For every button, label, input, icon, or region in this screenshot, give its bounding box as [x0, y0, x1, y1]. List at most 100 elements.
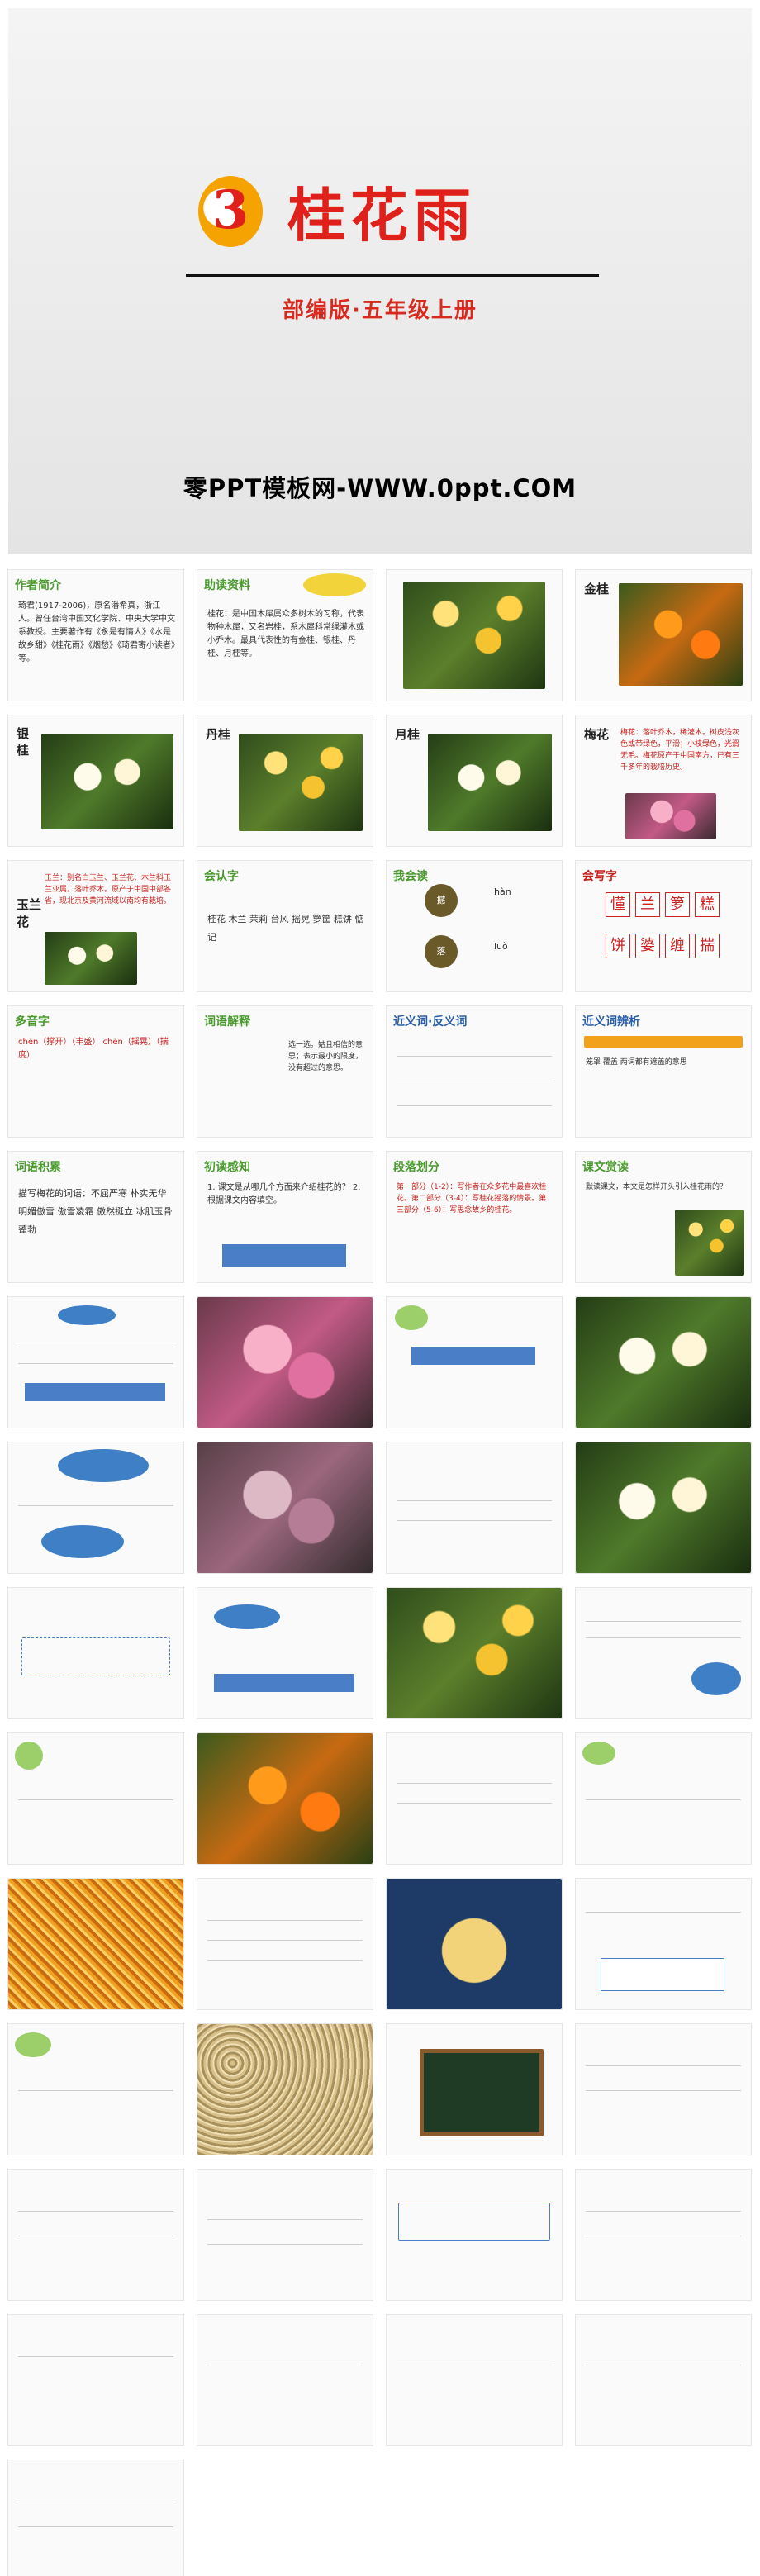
slide-body: 桂花 木兰 茉莉 台风 摇晃 箩筐 糕饼 惦记	[207, 914, 364, 943]
osmanthus-photo	[387, 1588, 562, 1718]
slide-thumb-duoyin[interactable]: 多音字 chēn（撑开）（丰盛） chēn（摇晃）（揣度）	[8, 1006, 183, 1137]
slide-thumb-resource[interactable]: 助读资料 桂花：是中国木犀属众多树木的习称，代表物种木犀，又名岩桂，系木犀科常绿…	[197, 570, 373, 701]
slide-thumb-text-3[interactable]	[8, 1442, 183, 1573]
osmanthus-photo	[403, 582, 545, 689]
divider	[397, 1520, 552, 1521]
slide-thumb-text-1[interactable]	[8, 1297, 183, 1428]
sentence-box	[398, 2203, 550, 2241]
slide-body: 1. 课文是从哪几个方面来介绍桂花的？ 2. 根据课文内容填空。	[207, 1183, 361, 1205]
slide-thumb-text-9[interactable]	[387, 1733, 562, 1864]
yulan-photo	[45, 932, 137, 985]
yingui-photo	[41, 734, 173, 829]
slide-heading: 作者简介	[15, 579, 61, 592]
title-divider	[186, 274, 599, 277]
divider	[586, 2065, 741, 2066]
pinyin-1: hàn	[494, 886, 511, 897]
osmanthus-photo	[675, 1210, 744, 1276]
slide-thumb-yingui[interactable]: 银桂	[8, 715, 183, 846]
slide-thumb-dangui[interactable]: 丹桂	[197, 715, 373, 846]
char-box: 兰	[635, 892, 660, 917]
slide-heading: 会认字	[204, 870, 239, 883]
slide-thumb-text-12[interactable]	[576, 1879, 751, 2009]
slide-thumb-chudu[interactable]: 初读感知 1. 课文是从哪几个方面来介绍桂花的？ 2. 根据课文内容填空。	[197, 1152, 373, 1282]
slide-thumb-photo-spots[interactable]	[197, 2024, 373, 2155]
answer-box	[601, 1958, 724, 1991]
dangui-photo	[239, 734, 363, 831]
slide-thumb-duanluo[interactable]: 段落划分 第一部分（1-2）：写作者在众多花中最喜欢桂花。第二部分（3-4）：写…	[387, 1152, 562, 1282]
slide-thumb-text-11[interactable]	[197, 1879, 373, 2009]
slide-heading: 近义词辨析	[582, 1015, 640, 1029]
slide-thumb-text-10[interactable]	[576, 1733, 751, 1864]
slide-thumb-photo-gold[interactable]	[387, 1588, 562, 1718]
slide-thumb-reference-4[interactable]	[576, 2315, 751, 2445]
slide-thumb-jingdu[interactable]: 课文赏读 默读课文，本文是怎样开头引入桂花雨的？	[576, 1152, 751, 1282]
slide-thumb-photo-orange[interactable]	[197, 1733, 373, 1864]
slide-heading: 段落划分	[393, 1161, 439, 1174]
slide-thumb-jingui[interactable]: 金桂	[576, 570, 751, 701]
slide-thumb-text-5[interactable]	[8, 1588, 183, 1718]
slide-thumb-huixie[interactable]: 会写字 懂 兰 箩 糕 饼 婆 缠 揣	[576, 861, 751, 991]
slide-thumb-answer[interactable]	[576, 2170, 751, 2300]
divider	[397, 1803, 552, 1804]
slide-thumb-extend[interactable]	[8, 2170, 183, 2300]
slide-thumb-summary[interactable]	[8, 2024, 183, 2155]
slide-thumb-practice[interactable]	[197, 2170, 373, 2300]
slide-thumb-blackboard[interactable]	[387, 2024, 562, 2155]
slide-body: 默读课文，本文是怎样开头引入桂花雨的？	[586, 1183, 728, 1191]
cover-slide[interactable]: 3 桂花雨 部编版·五年级上册 零PPT模板网-WWW.0ppt.COM	[8, 8, 752, 554]
char-box: 揣	[695, 934, 720, 958]
slide-thumb-text-7[interactable]	[576, 1588, 751, 1718]
pinyin-2: luò	[494, 941, 508, 952]
slide-thumb-text-4[interactable]	[387, 1442, 562, 1573]
tag-bubble	[582, 1742, 615, 1765]
slide-thumb-reference-1[interactable]	[8, 2315, 183, 2445]
slide-thumb-reference-2[interactable]	[197, 2315, 373, 2445]
osmanthus-ground-photo	[197, 2024, 373, 2155]
slide-thumb-jinfan[interactable]: 近义词·反义词	[387, 1006, 562, 1137]
slide-heading: 词语积累	[15, 1161, 61, 1174]
slide-label: 玉兰花	[17, 897, 42, 929]
slide-thumbnail-grid: 作者简介 琦君(1917-2006)，原名潘希真，浙江人。曾任台湾中国文化学院、…	[8, 570, 752, 2576]
slide-body: 桂花：是中国木犀属众多树木的习称，代表物种木犀，又名岩桂，系木犀科常绿灌木或小乔…	[207, 610, 364, 658]
slide-thumb-photo[interactable]	[387, 570, 562, 701]
char-box: 糕	[695, 892, 720, 917]
slide-thumb-yuegui[interactable]: 月桂	[387, 715, 562, 846]
divider	[397, 1105, 552, 1106]
slide-thumb-text-6[interactable]	[197, 1588, 373, 1718]
divider	[207, 1960, 363, 1961]
answer-box	[25, 1383, 165, 1401]
yuegui-photo	[428, 734, 552, 831]
slide-thumb-sentence[interactable]	[387, 2170, 562, 2300]
slide-thumb-photo-branch[interactable]	[197, 1442, 373, 1573]
slide-thumb-text-8[interactable]	[8, 1733, 183, 1864]
slide-body: 玉兰：别名白玉兰、玉兰花、木兰科玉兰亚属，落叶乔木。原产于中国中部各省，现北京及…	[45, 874, 172, 905]
slide-thumb-jinyi[interactable]: 近义词辨析 笼罩 覆盖 两词都有遮盖的意思	[576, 1006, 751, 1137]
slide-thumb-method[interactable]	[576, 2024, 751, 2155]
divider	[18, 1799, 173, 1800]
page-subtitle: 部编版·五年级上册	[283, 298, 477, 323]
slide-thumb-cihui[interactable]: 词语积累 描写梅花的词语：不屈严寒 朴实无华 明媚傲雪 傲雪凌霜 傲然挺立 冰肌…	[8, 1152, 183, 1282]
slide-thumb-huirendu[interactable]: 会认字 桂花 木兰 茉莉 台风 摇晃 箩筐 糕饼 惦记	[197, 861, 373, 991]
slide-thumb-meihua[interactable]: 梅花 梅花：落叶乔木，稀灌木。树皮浅灰色或带绿色，平滑；小枝绿色，光滑无毛。梅花…	[576, 715, 751, 846]
slide-thumb-photo-white-2[interactable]	[576, 1442, 751, 1573]
slide-thumb-text-2[interactable]	[387, 1297, 562, 1428]
speech-bubble	[58, 1449, 149, 1482]
slide-body: chēn（撑开）（丰盛） chēn（摇晃）（揣度）	[18, 1038, 169, 1060]
slide-label: 银桂	[17, 726, 30, 758]
slide-thumb-huidu[interactable]: 我会读 撼 落 hàn luò	[387, 861, 562, 991]
slide-thumb-ciyu[interactable]: 词语解释 选一选。姑且相信的意思；表示最小的限度，没有超过的意思。	[197, 1006, 373, 1137]
divider	[18, 1363, 173, 1364]
slide-thumb-photo-white[interactable]	[576, 1297, 751, 1428]
slide-thumb-author[interactable]: 作者简介 琦君(1917-2006)，原名潘希真，浙江人。曾任台湾中国文化学院、…	[8, 570, 183, 701]
speech-bubble	[58, 1305, 116, 1325]
slide-thumb-yulan[interactable]: 玉兰花 玉兰：别名白玉兰、玉兰花、木兰科玉兰亚属，落叶乔木。原产于中国中部各省，…	[8, 861, 183, 991]
divider	[18, 2356, 173, 2357]
slide-thumb-reference-3[interactable]	[387, 2315, 562, 2445]
slide-thumb-photo-magnolia[interactable]	[197, 1297, 373, 1428]
jingui-photo	[619, 583, 743, 686]
lesson-number: 3	[211, 178, 249, 241]
slide-thumb-photo-bowl[interactable]	[387, 1879, 562, 2009]
meihua-photo	[625, 793, 716, 839]
slide-thumb-homework[interactable]	[8, 2460, 183, 2576]
slide-thumb-photo-rain[interactable]	[8, 1879, 183, 2009]
